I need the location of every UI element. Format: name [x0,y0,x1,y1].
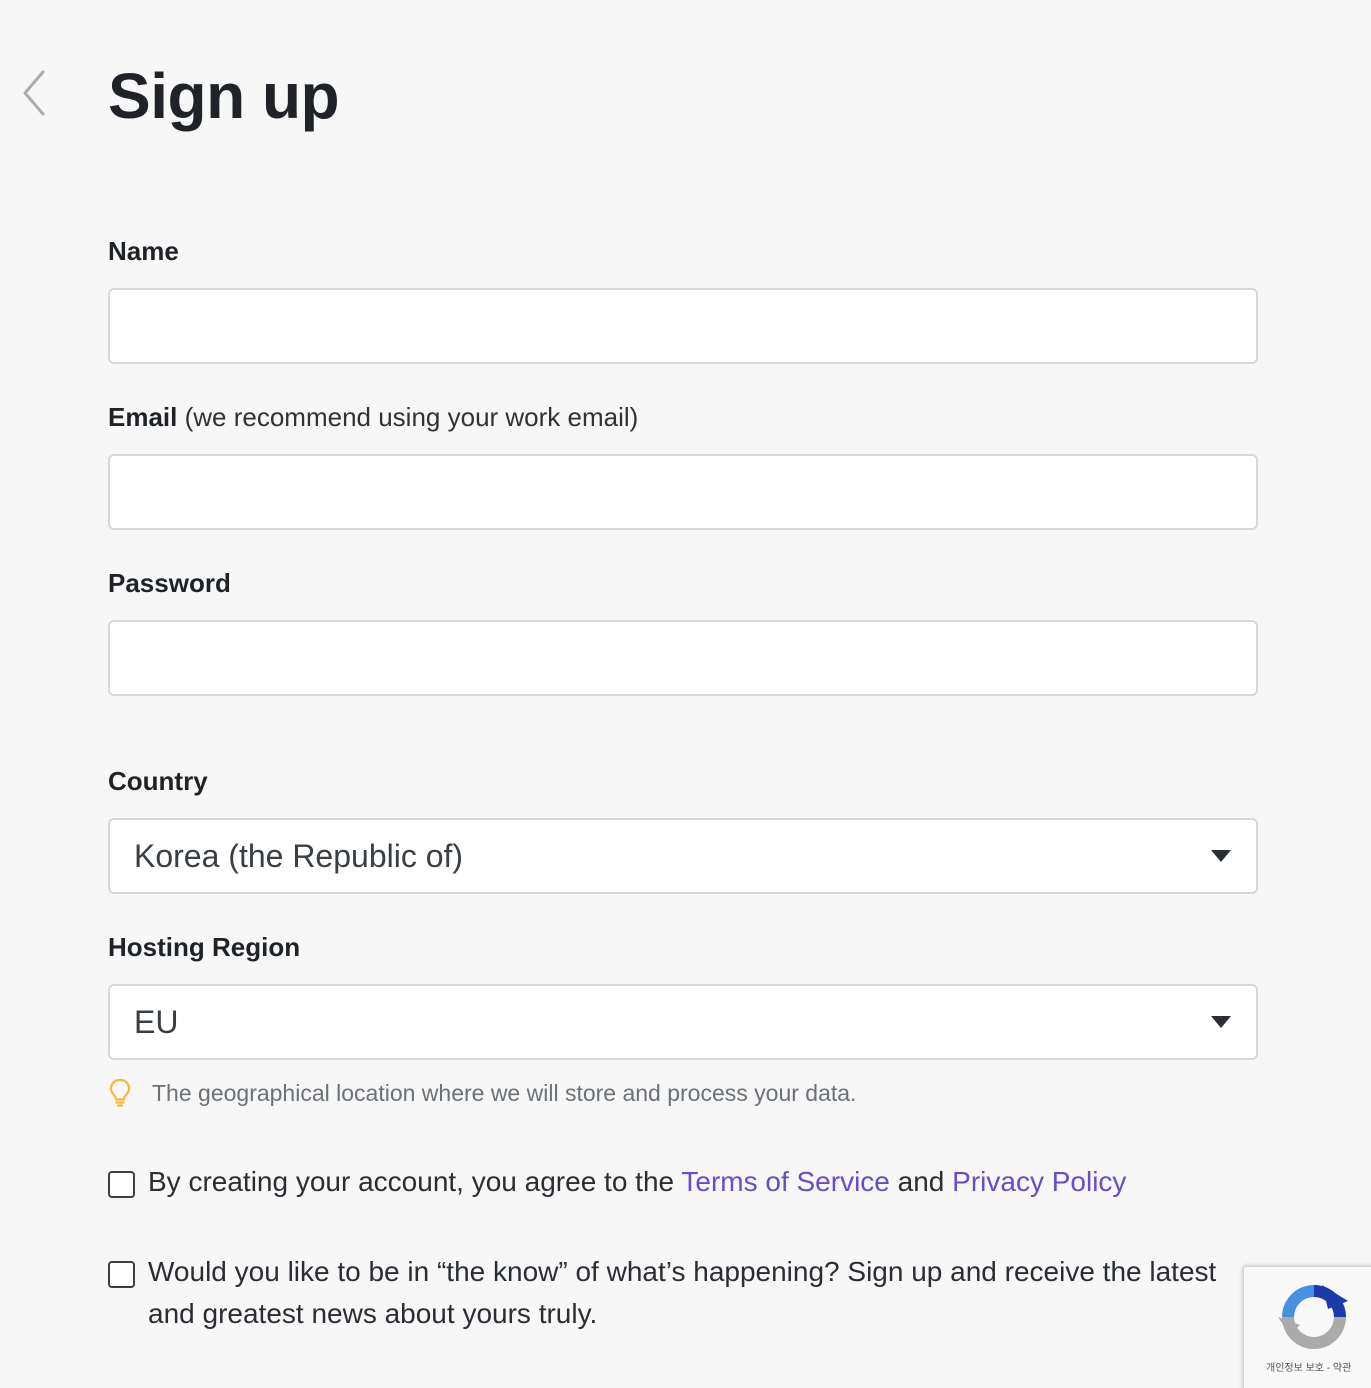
hosting-region-hint: The geographical location where we will … [108,1078,856,1108]
lightbulb-icon [109,1078,131,1107]
name-field-wrapper [108,288,1258,364]
email-field-wrapper [108,454,1258,530]
terms-row: By creating your account, you agree to t… [108,1166,1126,1203]
password-label: Password [108,568,231,598]
back-button[interactable] [18,66,50,120]
password-field-wrapper [108,620,1258,696]
name-input[interactable] [110,290,1256,362]
signup-page: Sign up Name Email (we recommend using y… [0,0,1371,1388]
recaptcha-badge[interactable]: 개인정보 보호 - 약관 [1243,1266,1371,1388]
privacy-policy-link[interactable]: Privacy Policy [952,1166,1126,1197]
terms-text-middle: and [889,1166,953,1197]
page-title: Sign up [108,60,340,132]
recaptcha-terms[interactable]: 개인정보 보호 - 약관 [1266,1359,1351,1374]
hosting-region-select[interactable]: EU [108,984,1258,1060]
password-input[interactable] [110,622,1256,694]
recaptcha-logo-icon [1278,1285,1348,1349]
country-label: Country [108,766,208,796]
caret-down-icon [1211,850,1231,862]
newsletter-row: Would you like to be in “the know” of wh… [108,1256,1218,1335]
email-label-note: (we recommend using your work email) [184,402,639,432]
caret-down-icon [1211,1016,1231,1028]
newsletter-text: Would you like to be in “the know” of wh… [148,1256,1217,1329]
hosting-region-selected-value: EU [134,1003,179,1040]
terms-text-before: By creating your account, you agree to t… [148,1166,682,1197]
hint-text: The geographical location where we will … [152,1079,857,1106]
email-input[interactable] [110,456,1256,528]
chevron-left-icon [23,70,45,116]
email-label-text: Email [108,402,178,432]
terms-of-service-link[interactable]: Terms of Service [681,1166,890,1197]
newsletter-checkbox[interactable] [108,1261,135,1288]
hosting-region-label: Hosting Region [108,932,301,962]
terms-text: By creating your account, you agree to t… [148,1161,1126,1203]
terms-checkbox[interactable] [108,1171,135,1198]
country-selected-value: Korea (the Republic of) [134,837,464,874]
name-label: Name [108,236,179,266]
country-select[interactable]: Korea (the Republic of) [108,818,1258,894]
email-label: Email (we recommend using your work emai… [108,402,638,432]
